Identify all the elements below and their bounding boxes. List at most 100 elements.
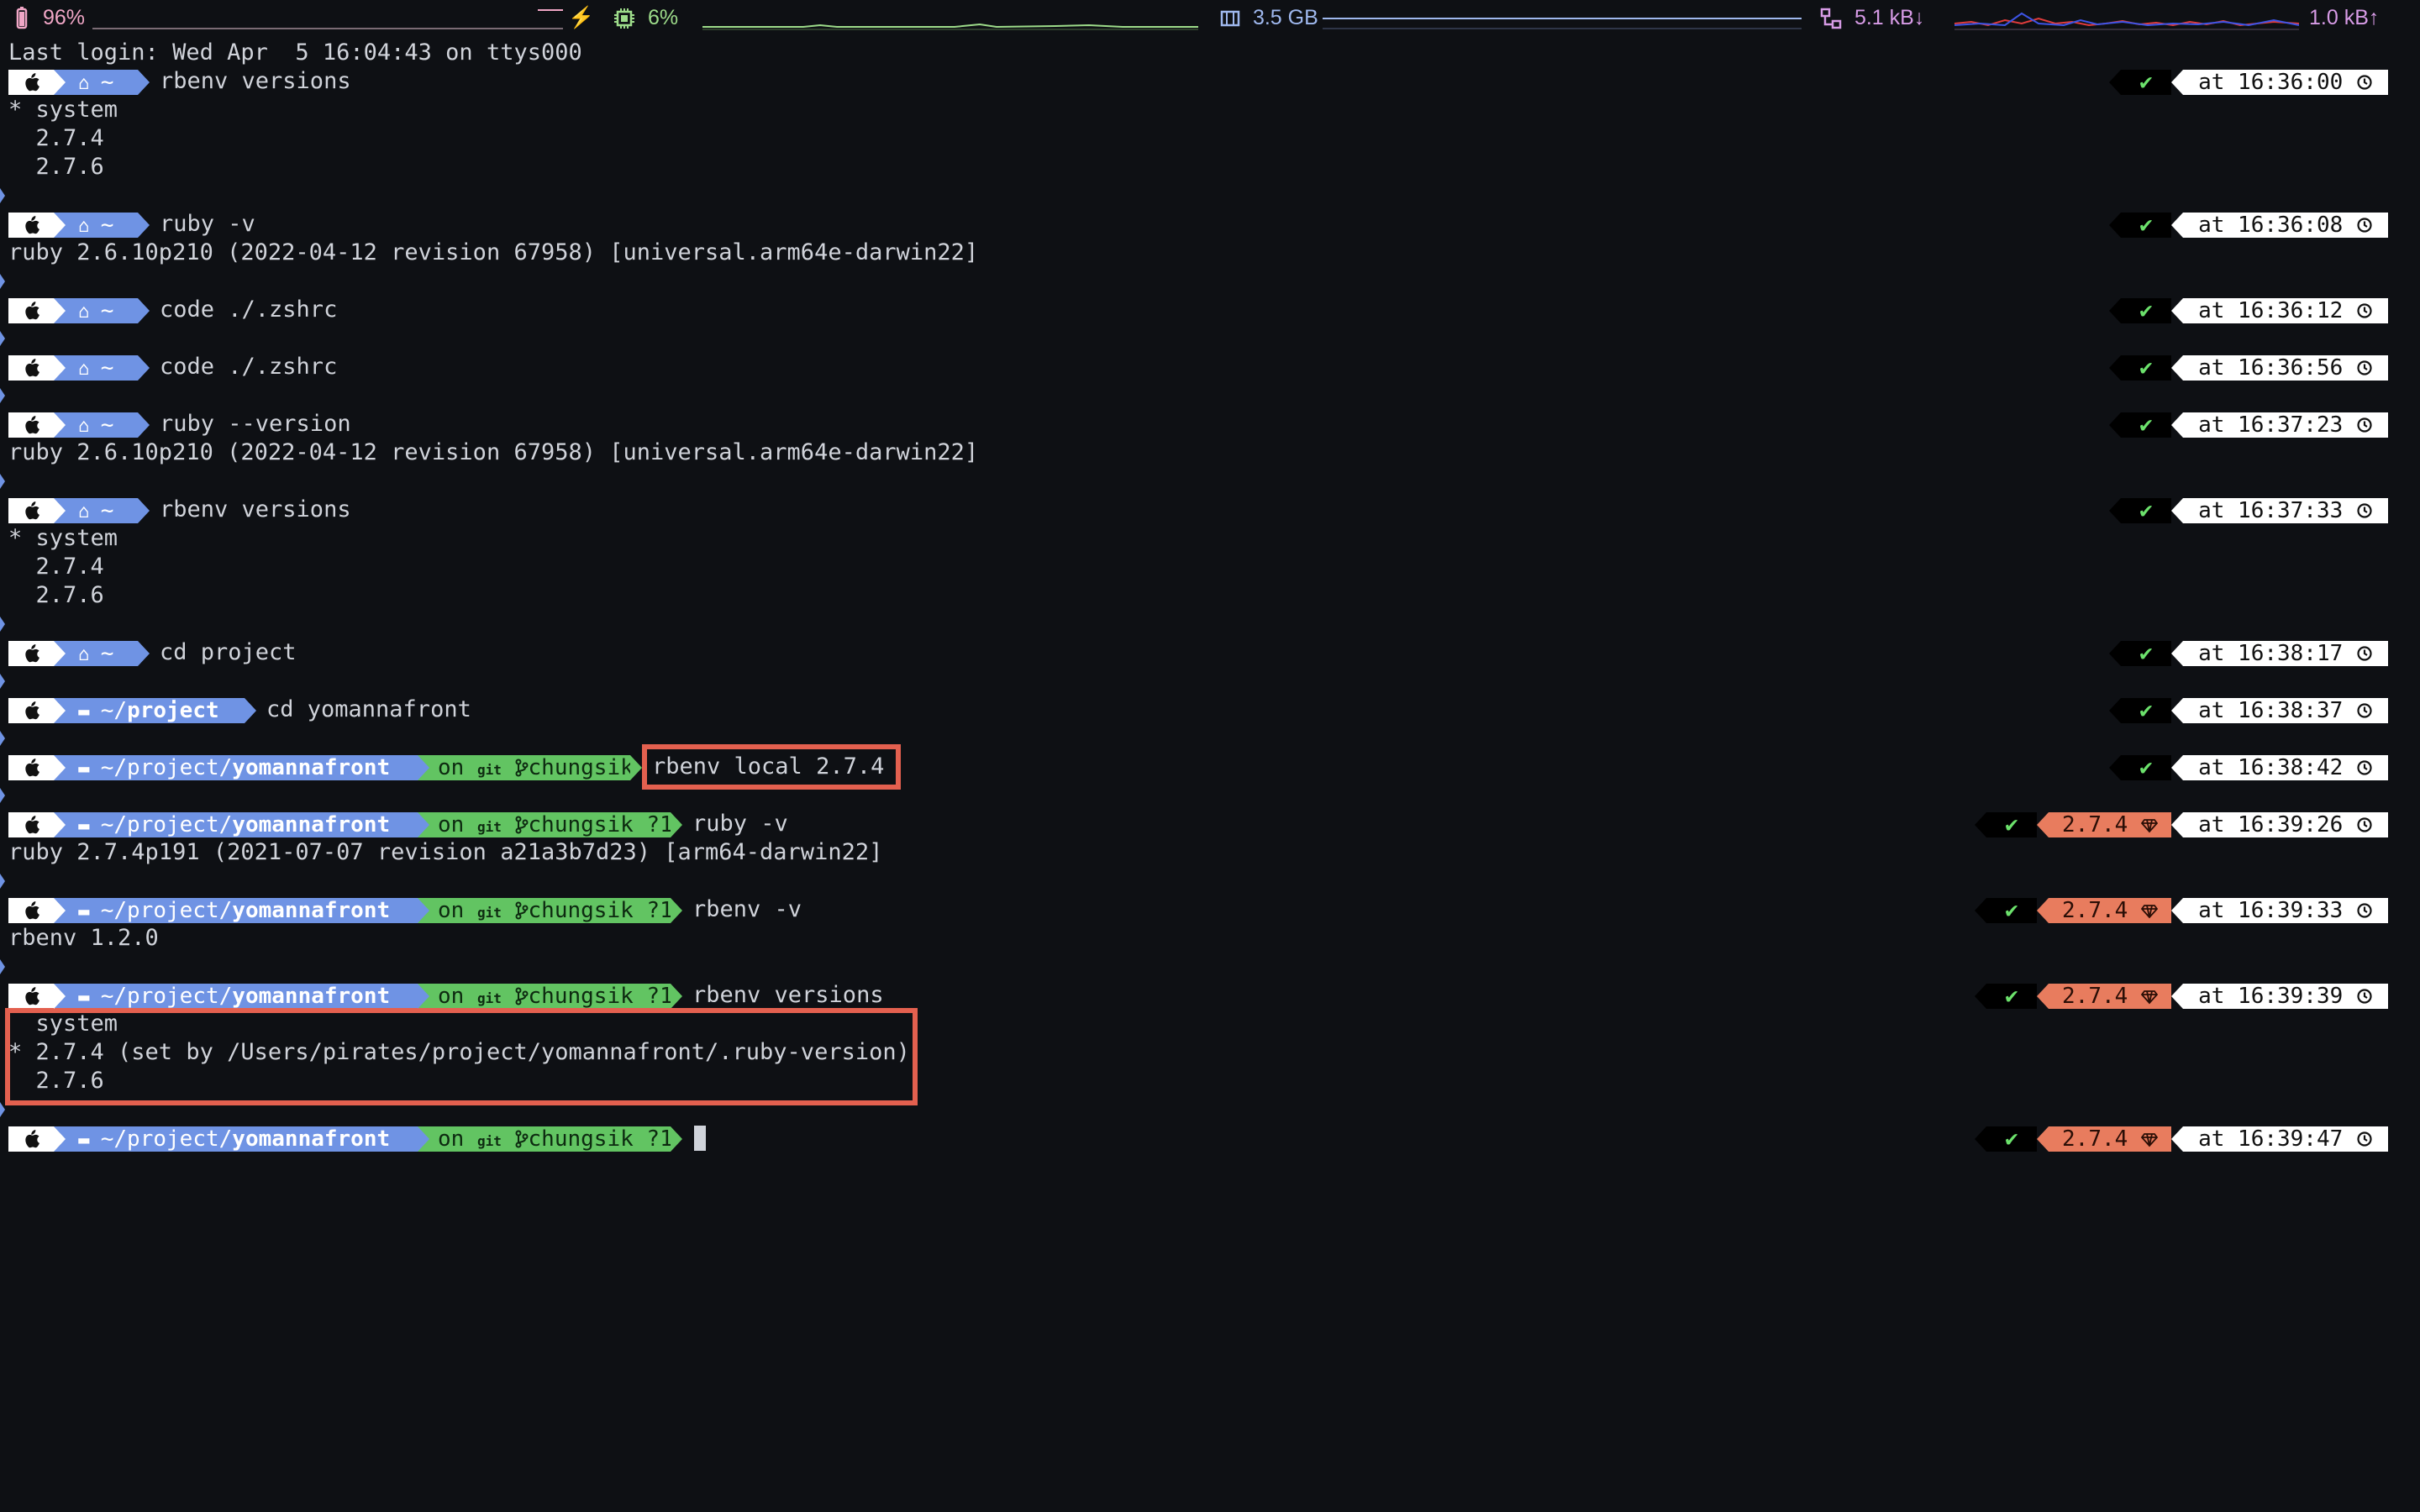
prompt-separator-tick	[0, 188, 5, 203]
clock-icon	[2343, 355, 2373, 381]
clock-icon	[2343, 70, 2373, 95]
clock-icon	[2343, 412, 2373, 438]
right-prompt: at 16:39:26 2.7.4 ✔	[0, 810, 2420, 838]
segment-separator	[1975, 1126, 1986, 1152]
prompt-time-text: at 16:36:56	[2198, 355, 2344, 381]
right-prompt: at 16:39:33 2.7.4 ✔	[0, 895, 2420, 924]
prompt-time: at 16:39:39	[2183, 984, 2388, 1009]
prompt-success-check: ✔	[1986, 812, 2037, 837]
segment-separator	[2171, 755, 2183, 780]
output-line: 2.7.6	[8, 154, 104, 180]
prompt-separator-tick	[0, 388, 5, 403]
prompt-time-text: at 16:39:33	[2198, 898, 2344, 923]
output-line: * system	[8, 97, 118, 123]
prompt-time: at 16:37:33	[2183, 498, 2388, 523]
prompt-separator-tick	[0, 331, 5, 346]
prompt-time: at 16:38:42	[2183, 755, 2388, 780]
prompt-separator-tick	[0, 731, 5, 746]
clock-icon	[2343, 898, 2373, 923]
last-login-line: Last login: Wed Apr 5 16:04:43 on ttys00…	[8, 39, 582, 66]
clock-icon	[2343, 1126, 2373, 1152]
prompt-time: at 16:39:33	[2183, 898, 2388, 923]
prompt-time-text: at 16:39:47	[2198, 1126, 2344, 1152]
segment-separator	[54, 984, 66, 1009]
right-prompt: at 16:38:42 ✔	[0, 753, 2420, 781]
prompt-time: at 16:38:37	[2183, 698, 2388, 723]
segment-separator	[1975, 812, 1986, 837]
segment-separator	[2109, 641, 2121, 666]
prompt-time: at 16:37:23	[2183, 412, 2388, 438]
segment-separator	[418, 755, 429, 780]
segment-separator	[2171, 812, 2183, 837]
prompt-success-check: ✔	[1986, 984, 2037, 1009]
output-line: 2.7.6	[8, 582, 104, 608]
segment-separator	[1975, 898, 1986, 923]
segment-separator	[2037, 898, 2049, 923]
segment-separator	[2109, 698, 2121, 723]
clock-icon	[2343, 698, 2373, 723]
segment-separator	[2171, 213, 2183, 238]
ruby-gem-icon	[2128, 984, 2159, 1009]
ruby-version-text: 2.7.4	[2062, 1126, 2128, 1152]
prompt-success-check: ✔	[2121, 298, 2171, 323]
segment-separator	[54, 355, 66, 381]
clock-icon	[2343, 498, 2373, 523]
prompt-time: at 16:36:12	[2183, 298, 2388, 323]
prompt-time-text: at 16:36:08	[2198, 213, 2344, 238]
prompt-separator-tick	[0, 617, 5, 632]
highlight-box-output	[5, 1008, 918, 1105]
ruby-version-text: 2.7.4	[2062, 898, 2128, 923]
segment-separator	[54, 1126, 66, 1152]
prompt-separator-tick	[0, 959, 5, 974]
segment-separator	[418, 812, 429, 837]
prompt-ruby-version: 2.7.4	[2049, 1126, 2171, 1152]
output-line: ruby 2.6.10p210 (2022-04-12 revision 679…	[8, 439, 979, 465]
output-line: rbenv 1.2.0	[8, 925, 159, 951]
prompt-time: at 16:38:17	[2183, 641, 2388, 666]
prompt-time: at 16:36:56	[2183, 355, 2388, 381]
clock-icon	[2343, 298, 2373, 323]
right-prompt: at 16:39:47 2.7.4 ✔	[0, 1124, 2420, 1152]
prompt-separator-tick	[0, 274, 5, 289]
segment-separator	[2171, 298, 2183, 323]
segment-separator	[2109, 412, 2121, 438]
segment-separator	[2171, 355, 2183, 381]
segment-separator	[2171, 498, 2183, 523]
output-line: 2.7.4	[8, 125, 104, 151]
clock-icon	[2343, 984, 2373, 1009]
prompt-separator-tick	[0, 674, 5, 689]
prompt-success-check: ✔	[2121, 213, 2171, 238]
prompt-time: at 16:39:26	[2183, 812, 2388, 837]
right-prompt: at 16:36:12 ✔	[0, 296, 2420, 324]
segment-separator	[2109, 298, 2121, 323]
right-prompt: at 16:36:00 ✔	[0, 67, 2420, 96]
prompt-ruby-version: 2.7.4	[2049, 984, 2171, 1009]
prompt-success-check: ✔	[2121, 355, 2171, 381]
prompt-separator-tick	[0, 1102, 5, 1117]
segment-separator	[2109, 355, 2121, 381]
segment-separator	[54, 755, 66, 780]
segment-separator	[1975, 984, 1986, 1009]
prompt-time-text: at 16:37:23	[2198, 412, 2344, 438]
segment-separator	[2037, 984, 2049, 1009]
prompt-success-check: ✔	[2121, 641, 2171, 666]
prompt-success-check: ✔	[2121, 412, 2171, 438]
prompt-success-check: ✔	[1986, 1126, 2037, 1152]
segment-separator	[2171, 412, 2183, 438]
right-prompt: at 16:37:33 ✔	[0, 496, 2420, 524]
segment-separator	[54, 298, 66, 323]
prompt-ruby-version: 2.7.4	[2049, 812, 2171, 837]
segment-separator	[2171, 698, 2183, 723]
prompt-time: at 16:36:00	[2183, 70, 2388, 95]
segment-separator	[2171, 898, 2183, 923]
right-prompt: at 16:36:56 ✔	[0, 353, 2420, 381]
prompt-separator-tick	[0, 788, 5, 803]
segment-separator	[2171, 70, 2183, 95]
ruby-gem-icon	[2128, 1126, 2159, 1152]
segment-separator	[2037, 1126, 2049, 1152]
segment-separator	[54, 412, 66, 438]
ruby-gem-icon	[2128, 812, 2159, 837]
segment-separator	[54, 641, 66, 666]
terminal-window[interactable]: Last login: Wed Apr 5 16:04:43 on ttys00…	[0, 0, 2420, 1512]
prompt-time: at 16:36:08	[2183, 213, 2388, 238]
